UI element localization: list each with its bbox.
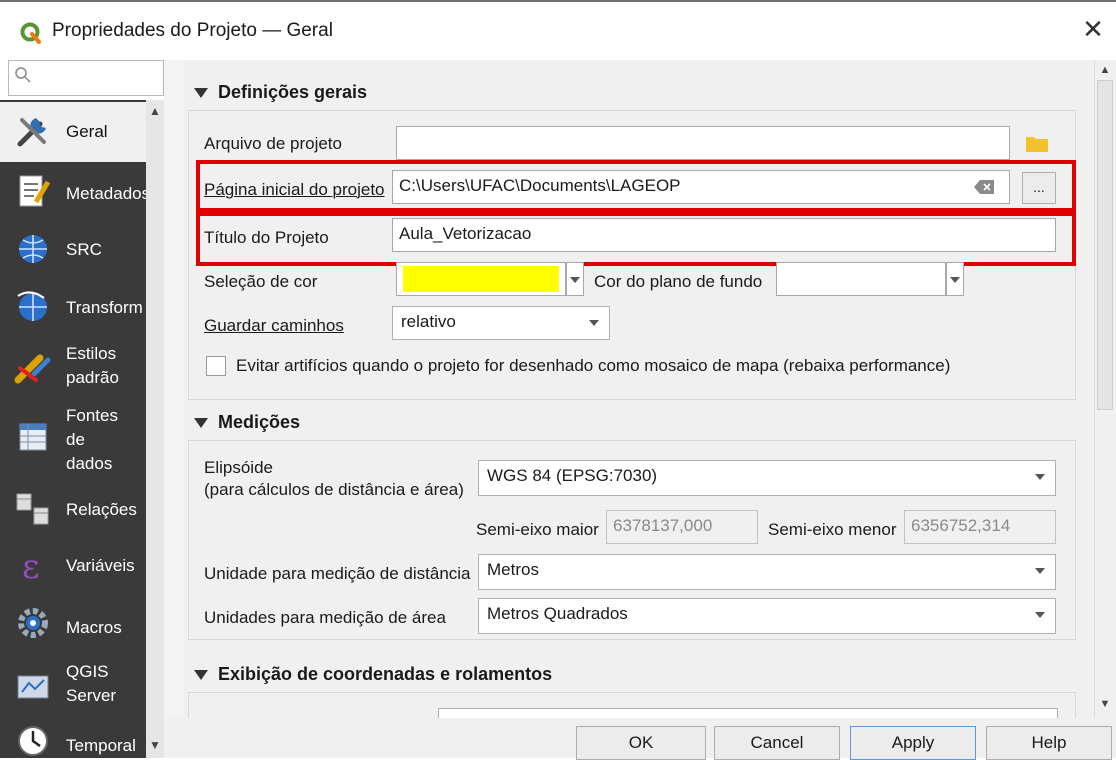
sidebar-item-label: Variáveis	[66, 556, 135, 575]
scroll-down-arrow-icon[interactable]: ▼	[146, 738, 164, 756]
pane-splitter[interactable]	[164, 60, 184, 758]
chevron-down-icon	[570, 277, 580, 283]
background-color-button[interactable]	[776, 262, 946, 296]
table-icon	[19, 423, 47, 451]
area-unit-value: Metros Quadrados	[487, 604, 628, 623]
section-measurements-header[interactable]: Medições	[194, 412, 300, 433]
collapse-triangle-icon	[194, 88, 208, 99]
distance-unit-value: Metros	[487, 560, 539, 579]
ellipsoid-value: WGS 84 (EPSG:7030)	[487, 466, 658, 485]
selection-color-swatch	[403, 266, 559, 292]
sidebar-item-label: Estilos padrão	[66, 344, 119, 387]
server-icon	[17, 675, 49, 699]
sidebar-item-label: Metadados	[66, 184, 151, 203]
scroll-down-arrow-icon[interactable]: ▼	[1098, 698, 1112, 712]
ok-button[interactable]: OK	[576, 726, 706, 760]
metadata-icon	[19, 175, 51, 207]
chevron-down-icon	[1035, 474, 1045, 480]
avoid-artifacts-label: Evitar artifícios quando o projeto for d…	[236, 356, 951, 375]
chevron-down-icon	[1035, 612, 1045, 618]
section-general-header[interactable]: Definições gerais	[194, 82, 367, 103]
section-title: Definições gerais	[218, 82, 368, 102]
ellipsoid-sublabel: (para cálculos de distância e área)	[204, 480, 464, 499]
ellipsoid-select[interactable]: WGS 84 (EPSG:7030)	[478, 460, 1056, 496]
semi-minor-input[interactable]: 6356752,314	[904, 510, 1056, 544]
collapse-triangle-icon	[194, 670, 208, 681]
coordinates-select[interactable]	[438, 708, 1058, 718]
collapse-triangle-icon	[194, 418, 208, 429]
scroll-up-arrow-icon[interactable]: ▲	[146, 104, 164, 122]
sidebar: Geral Metadados SRC Transform Estilos pa…	[0, 100, 164, 758]
ellipsoid-label: Elipsóide	[204, 458, 273, 477]
sidebar-item-label: SRC	[66, 240, 102, 259]
help-button[interactable]: Help	[986, 726, 1112, 760]
distance-unit-select[interactable]: Metros	[478, 554, 1056, 590]
qgis-logo-icon	[20, 22, 41, 44]
sidebar-item-metadados[interactable]: Metadados	[0, 162, 150, 222]
sidebar-item-qgis-server[interactable]: QGIS Server	[0, 654, 146, 714]
variables-epsilon-icon: ε	[22, 547, 40, 584]
section-title: Exibição de coordenadas e rolamentos	[218, 664, 553, 684]
distance-unit-label: Unidade para medição de distância	[204, 564, 471, 583]
styles-brush-icon	[14, 354, 51, 384]
sidebar-item-label: Temporal	[66, 736, 136, 755]
chevron-down-icon	[1035, 568, 1045, 574]
semi-minor-label: Semi-eixo menor	[768, 520, 897, 539]
globe-transform-icon	[17, 291, 47, 321]
selection-color-button[interactable]	[396, 262, 566, 296]
chevron-down-icon	[589, 320, 599, 326]
sidebar-item-macros[interactable]: Macros	[0, 594, 146, 654]
sidebar-item-estilos[interactable]: Estilos padrão	[0, 336, 146, 398]
section-title: Medições	[218, 412, 301, 432]
main-scrollbar-thumb[interactable]	[1097, 80, 1113, 410]
semi-major-input[interactable]: 6378137,000	[606, 510, 758, 544]
save-paths-value: relativo	[401, 312, 456, 331]
sidebar-item-relacoes[interactable]: Relações	[0, 480, 146, 538]
apply-button[interactable]: Apply	[850, 726, 976, 760]
chevron-down-icon	[950, 277, 960, 283]
sidebar-item-label: Geral	[66, 122, 108, 141]
sidebar-item-label: Fontes de dados	[66, 406, 118, 473]
folder-icon[interactable]	[1026, 134, 1048, 152]
selection-color-dropdown[interactable]	[566, 262, 584, 296]
sidebar-item-variaveis[interactable]: ε Variáveis	[0, 538, 146, 594]
semi-major-label: Semi-eixo maior	[476, 520, 599, 539]
sidebar-item-transform[interactable]: Transform	[0, 278, 146, 336]
project-file-input[interactable]	[396, 126, 1010, 160]
window-title: Propriedades do Projeto — Geral	[52, 20, 333, 41]
highlight-box-title	[196, 212, 1076, 266]
main-panel: Definições gerais Arquivo de projeto Pág…	[184, 60, 1094, 718]
sidebar-item-temporal[interactable]: Temporal	[0, 714, 146, 758]
sidebar-scrollbar[interactable]	[146, 100, 164, 758]
background-color-label: Cor do plano de fundo	[594, 272, 763, 291]
sidebar-item-label: QGIS Server	[66, 662, 117, 705]
sidebar-item-fontes[interactable]: Fontes de dados	[0, 398, 146, 480]
globe-icon	[19, 235, 47, 263]
save-paths-label: Guardar caminhos	[204, 316, 344, 335]
macros-gear-icon	[18, 608, 48, 638]
selection-color-label: Seleção de cor	[204, 272, 318, 291]
avoid-artifacts-checkbox[interactable]	[206, 356, 226, 376]
area-unit-select[interactable]: Metros Quadrados	[478, 598, 1056, 634]
sidebar-item-label: Relações	[66, 500, 137, 519]
background-color-dropdown[interactable]	[946, 262, 964, 296]
project-file-label: Arquivo de projeto	[204, 134, 342, 153]
clock-icon	[18, 726, 48, 756]
sidebar-item-src[interactable]: SRC	[0, 222, 146, 278]
search-icon	[15, 67, 31, 83]
area-unit-label: Unidades para medição de área	[204, 608, 446, 627]
scroll-up-arrow-icon[interactable]: ▲	[1098, 64, 1112, 78]
sidebar-item-label: Macros	[66, 618, 122, 637]
close-icon[interactable]: ✕	[1080, 16, 1106, 42]
tools-icon	[17, 118, 46, 147]
svg-text:ε: ε	[22, 547, 40, 584]
cancel-button[interactable]: Cancel	[714, 726, 840, 760]
highlight-box-home	[196, 160, 1076, 212]
section-coordinates-header[interactable]: Exibição de coordenadas e rolamentos	[194, 664, 552, 685]
sidebar-item-geral[interactable]: Geral	[0, 102, 146, 162]
relations-icon	[16, 493, 49, 525]
save-paths-select[interactable]: relativo	[392, 306, 610, 340]
sidebar-item-label: Transform	[66, 298, 143, 317]
